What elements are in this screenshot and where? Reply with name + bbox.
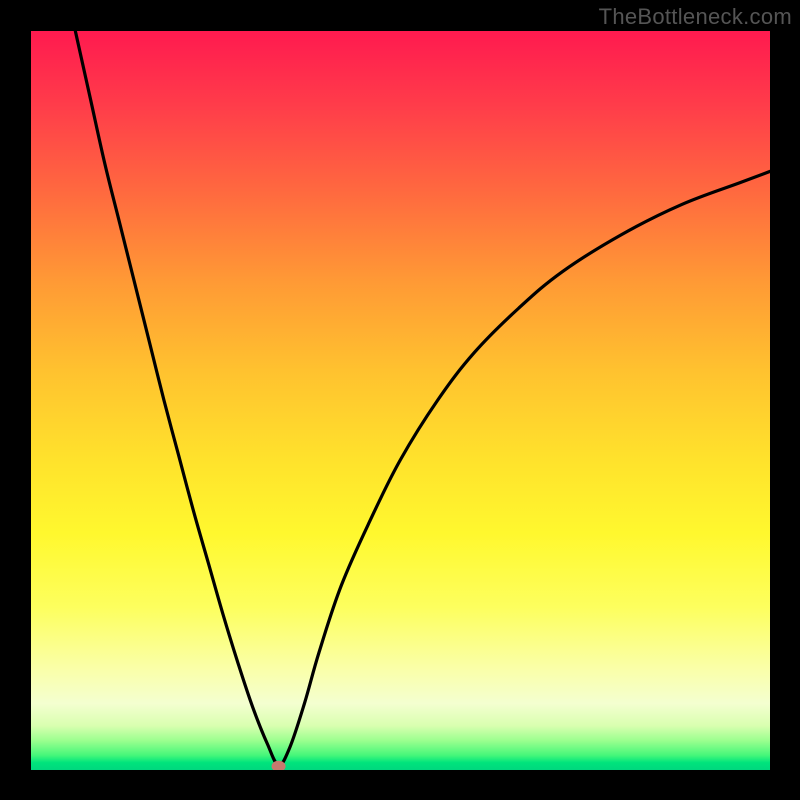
bottleneck-curve: [75, 31, 770, 765]
chart-frame: TheBottleneck.com: [0, 0, 800, 800]
watermark-text: TheBottleneck.com: [599, 4, 792, 30]
chart-svg: [31, 31, 770, 770]
chart-plot-area: [31, 31, 770, 770]
